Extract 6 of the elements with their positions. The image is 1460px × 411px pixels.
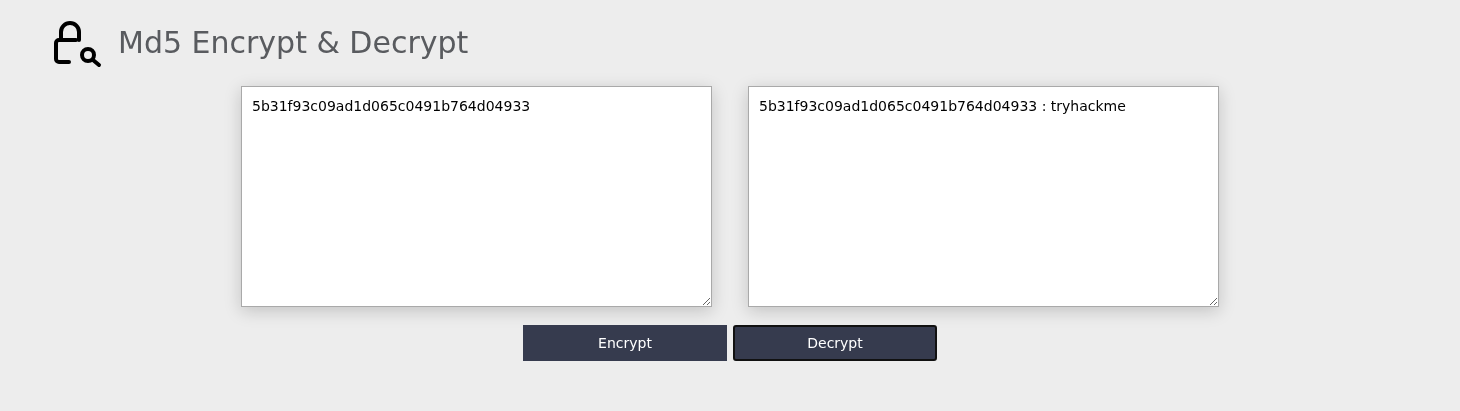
input-field[interactable]: 5b31f93c09ad1d065c0491b764d04933 xyxy=(241,86,712,307)
encrypt-button[interactable]: Encrypt xyxy=(523,325,727,361)
lock-search-icon xyxy=(52,18,102,68)
page-title: Md5 Encrypt & Decrypt xyxy=(118,28,469,58)
output-field[interactable]: 5b31f93c09ad1d065c0491b764d04933 : tryhackme xyxy=(748,86,1219,307)
decrypt-button[interactable]: Decrypt xyxy=(733,325,937,361)
